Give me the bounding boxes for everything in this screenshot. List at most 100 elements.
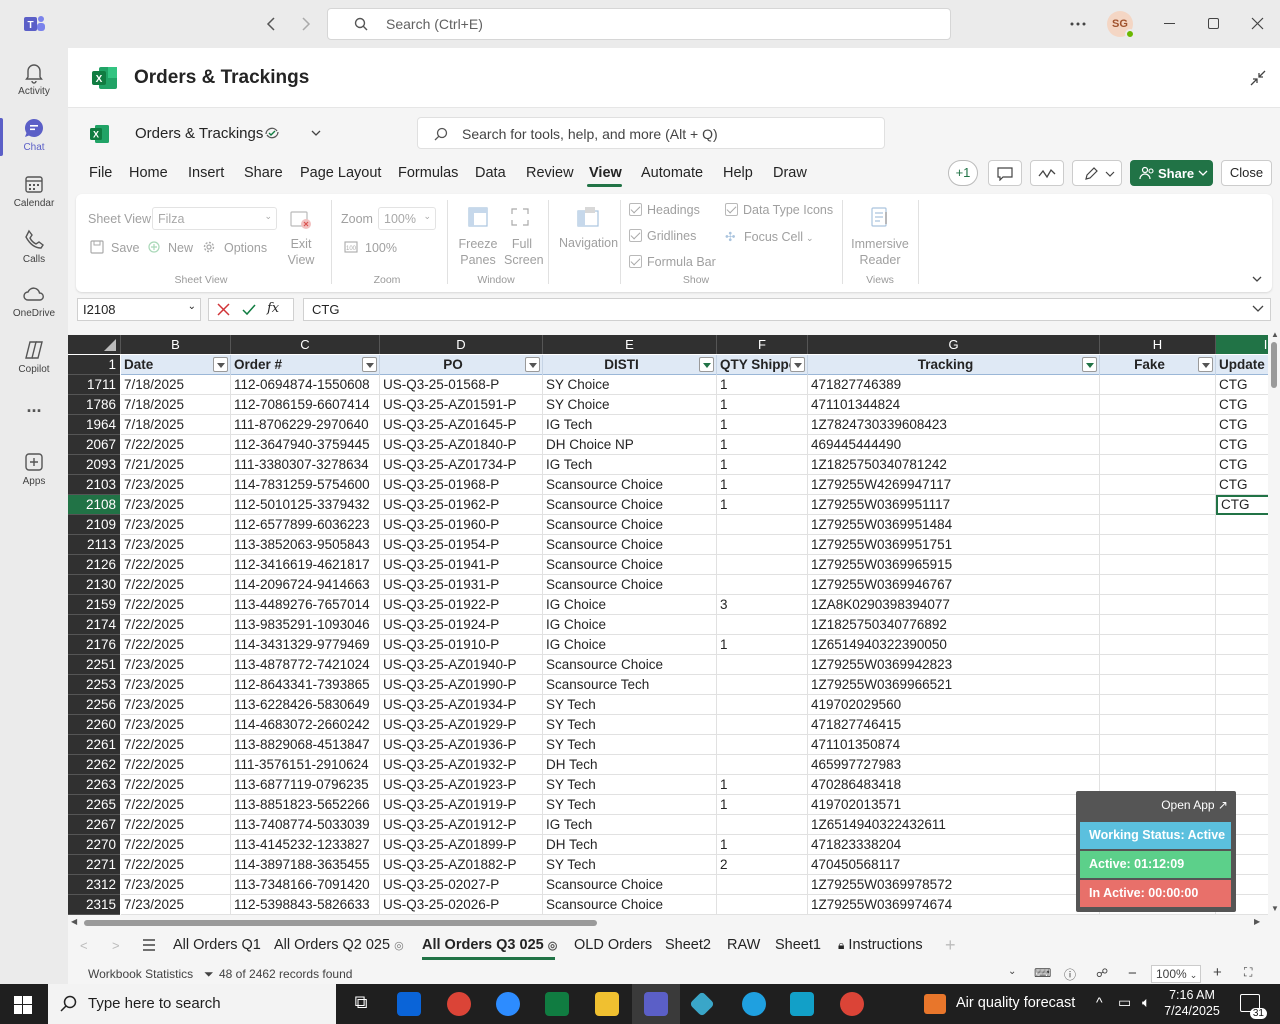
header-cell[interactable]: DISTI [543,355,717,375]
row-number[interactable]: 2126 [68,555,120,575]
editing-mode-button[interactable] [1072,160,1122,186]
zoom-in-icon[interactable]: + [1213,964,1222,981]
table-cell[interactable] [1100,495,1216,515]
table-cell[interactable]: 1 [717,395,808,415]
table-cell[interactable]: IG Tech [543,415,717,435]
row-number[interactable]: 2315 [68,895,120,915]
table-cell[interactable] [1100,435,1216,455]
row-number[interactable]: 2108 [68,495,120,515]
table-cell[interactable] [1100,615,1216,635]
header-cell[interactable]: QTY Shipped [717,355,808,375]
row-number[interactable]: 2267 [68,815,120,835]
table-cell[interactable]: 1 [717,835,808,855]
table-cell[interactable]: 114-2096724-9414663 [231,575,380,595]
table-cell[interactable]: US-Q3-25-AZ01934-P [380,695,543,715]
teams-search-input[interactable]: Search (Ctrl+E) [327,8,951,40]
table-cell[interactable]: 1Z79255W4269947117 [808,475,1100,495]
new-view-label[interactable]: New [168,241,193,255]
fit-screen-icon[interactable]: ⛶ [1244,965,1252,980]
collapse-icon[interactable] [1249,69,1267,87]
row-number[interactable]: 2093 [68,455,120,475]
table-cell[interactable]: IG Choice [543,615,717,635]
row-number[interactable]: 2109 [68,515,120,535]
column-header[interactable]: F [717,335,808,354]
table-cell[interactable]: 7/22/2025 [121,775,231,795]
vertical-scrollbar[interactable]: ▲ ▼ [1268,327,1280,917]
table-cell[interactable]: 7/22/2025 [121,555,231,575]
table-cell[interactable]: US-Q3-25-02027-P [380,875,543,895]
horizontal-scrollbar[interactable]: ◀ ▶ [68,917,1268,929]
focus-cell-button[interactable]: ✣ Focus Cell ⌄ [725,229,814,244]
table-cell[interactable] [717,875,808,895]
filter-dropdown-icon[interactable] [1198,357,1213,372]
table-cell[interactable]: 7/18/2025 [121,395,231,415]
table-cell[interactable]: 7/22/2025 [121,755,231,775]
table-cell[interactable]: 7/23/2025 [121,675,231,695]
table-cell[interactable]: US-Q3-25-AZ01899-P [380,835,543,855]
save-view-icon[interactable] [90,240,104,254]
table-cell[interactable]: 7/21/2025 [121,455,231,475]
restore-icon[interactable] [1208,18,1219,29]
table-cell[interactable]: SY Tech [543,775,717,795]
table-cell[interactable]: 113-7348166-7091420 [231,875,380,895]
table-cell[interactable] [1100,375,1216,395]
table-cell[interactable]: 112-3647940-3759445 [231,435,380,455]
row-number[interactable]: 1786 [68,395,120,415]
table-cell[interactable]: 1Z79255W0369965915 [808,555,1100,575]
row-number[interactable]: 2130 [68,575,120,595]
table-cell[interactable]: DH Choice NP [543,435,717,455]
exit-view-icon[interactable] [288,208,312,232]
table-cell[interactable]: 7/22/2025 [121,595,231,615]
table-cell[interactable]: 112-6577899-6036223 [231,515,380,535]
chevron-down-icon[interactable]: ⌄ [1008,966,1016,977]
menu-page-layout[interactable]: Page Layout [300,165,381,181]
clock[interactable]: 7:16 AM 7/24/2025 [1160,987,1224,1019]
close-button[interactable]: Close [1221,160,1272,186]
network-icon[interactable]: ▭ [1118,994,1131,1011]
table-cell[interactable] [1216,575,1268,595]
table-cell[interactable]: 114-3431329-9779469 [231,635,380,655]
navigation-icon[interactable] [576,206,600,228]
table-cell[interactable]: 471827746415 [808,715,1100,735]
taskbar-search[interactable]: Type here to search [48,984,336,1024]
table-cell[interactable] [1216,555,1268,575]
table-cell[interactable]: 7/23/2025 [121,695,231,715]
rail-item-calls[interactable]: Calls [0,222,68,278]
table-cell[interactable]: Scansource Choice [543,655,717,675]
table-cell[interactable] [717,755,808,775]
table-cell[interactable] [717,715,808,735]
scroll-down-icon[interactable]: ▼ [1271,904,1279,913]
table-cell[interactable] [1100,515,1216,535]
table-cell[interactable]: US-Q3-25-AZ01645-P [380,415,543,435]
teams-taskbar-active[interactable] [632,984,680,1024]
column-header[interactable]: I [1216,335,1268,354]
table-cell[interactable]: 465997727983 [808,755,1100,775]
header-cell[interactable]: Tracking [808,355,1100,375]
table-cell[interactable] [1216,735,1268,755]
menu-help[interactable]: Help [723,165,753,181]
header-cell[interactable]: Fake [1100,355,1216,375]
table-cell[interactable]: 1 [717,795,808,815]
table-cell[interactable]: 1Z79255W0369946767 [808,575,1100,595]
formula-bar-checkbox[interactable]: Formula Bar [629,255,716,269]
table-cell[interactable]: 419702029560 [808,695,1100,715]
more-options-icon[interactable] [1070,22,1086,26]
coauthor-count[interactable]: +1 [948,160,978,186]
table-cell[interactable]: IG Tech [543,455,717,475]
table-cell[interactable] [1100,415,1216,435]
table-cell[interactable]: SY Choice [543,375,717,395]
menu-view[interactable]: View [589,165,622,181]
table-cell[interactable]: Scansource Choice [543,515,717,535]
table-cell[interactable]: 113-8829068-4513847 [231,735,380,755]
table-cell[interactable]: 471827746389 [808,375,1100,395]
table-cell[interactable]: 7/23/2025 [121,655,231,675]
sheet-tab[interactable]: All Orders Q1 [173,937,261,953]
save-view-label[interactable]: Save [111,241,140,255]
table-cell[interactable]: SY Tech [543,695,717,715]
data-type-icons-checkbox[interactable]: Data Type Icons [725,203,833,217]
table-cell[interactable] [1216,595,1268,615]
table-cell[interactable]: 7/22/2025 [121,855,231,875]
row-number[interactable]: 2270 [68,835,120,855]
table-cell[interactable] [717,515,808,535]
table-cell[interactable]: CTG [1216,415,1268,435]
